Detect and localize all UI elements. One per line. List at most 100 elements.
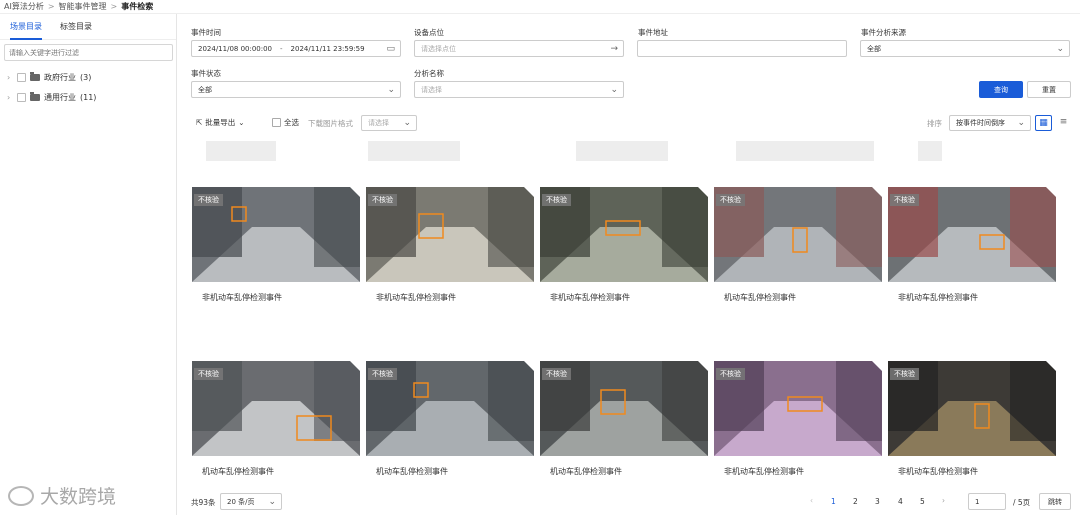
download-format-select[interactable]: 请选择 ⌄ [361, 115, 417, 131]
page-5[interactable]: 5 [920, 497, 925, 506]
select-all-checkbox[interactable]: 全选 [272, 117, 299, 128]
source-select[interactable]: 全部 ⌄ [860, 40, 1070, 57]
tree-node-count: (11) [80, 92, 97, 102]
page-2[interactable]: 2 [853, 497, 858, 506]
download-format-label: 下载图片格式 [308, 119, 353, 128]
download-format-placeholder: 请选择 [368, 119, 389, 127]
page-jump-value: 1 [975, 497, 980, 506]
event-card-title[interactable]: 非机动车乱停检测事件 [898, 292, 978, 303]
tab-tag-catalog[interactable]: 标签目录 [60, 14, 92, 40]
tree-checkbox[interactable] [17, 72, 26, 82]
blurred-placeholder [368, 141, 460, 161]
card-corner [524, 361, 534, 371]
chevron-down-icon[interactable]: ⌄ [268, 497, 276, 507]
address-label: 事件地址 [638, 28, 668, 37]
event-card[interactable]: 不核验非机动车乱停检测事件 [540, 187, 708, 323]
blurred-placeholder [206, 141, 276, 161]
batch-export-button[interactable]: ⇱ 批量导出 ⌄ [196, 117, 245, 128]
address-input[interactable] [637, 40, 847, 57]
event-card[interactable]: 不核验非机动车乱停检测事件 [192, 187, 360, 323]
event-card[interactable]: 不核验机动车乱停检测事件 [540, 361, 708, 497]
tree-node-government[interactable]: › 政府行业 (3) [0, 67, 176, 87]
range-separator: - [280, 44, 283, 53]
logo-text: 大数跨境 [40, 486, 117, 508]
device-select[interactable]: 请选择点位 → [414, 40, 624, 57]
page-jump-input[interactable]: 1 [968, 493, 1006, 510]
scene-tree: › 政府行业 (3) › 通用行业 (11) [0, 67, 176, 107]
page-size-select[interactable]: 20 条/页 ⌄ [220, 493, 282, 510]
blurred-placeholder [576, 141, 668, 161]
event-card-title[interactable]: 机动车乱停检测事件 [376, 466, 448, 477]
event-card[interactable]: 不核验非机动车乱停检测事件 [366, 187, 534, 323]
tree-node-general[interactable]: › 通用行业 (11) [0, 87, 176, 107]
main-panel: 事件时间 2024/11/08 00:00:00 - 2024/11/11 23… [178, 14, 1080, 515]
chevron-down-icon[interactable]: ⌄ [387, 85, 395, 95]
card-corner [350, 361, 360, 371]
verify-status-tag: 不核验 [542, 368, 571, 380]
jump-button[interactable]: 跳转 [1039, 493, 1071, 510]
reset-button[interactable]: 重置 [1027, 81, 1071, 98]
event-card[interactable]: 不核验 非机动车乱停检测事件 [888, 187, 1056, 323]
chevron-down-icon[interactable]: ⌄ [1056, 44, 1064, 54]
status-value: 全部 [198, 85, 212, 94]
event-card-title[interactable]: 非机动车乱停检测事件 [202, 292, 282, 303]
sidebar-filter-input[interactable] [4, 44, 173, 61]
result-toolbar: ⇱ 批量导出 ⌄ 全选 下载图片格式 请选择 ⌄ 排序 按事件时间倒序 ⌄ ▦ … [178, 114, 1080, 136]
event-card-title[interactable]: 非机动车乱停检测事件 [550, 292, 630, 303]
event-time-range[interactable]: 2024/11/08 00:00:00 - 2024/11/11 23:59:5… [191, 40, 401, 57]
card-corner [872, 361, 882, 371]
breadcrumb-item-ai[interactable]: AI算法分析 [4, 1, 44, 12]
device-placeholder: 请选择点位 [421, 44, 456, 53]
sort-select[interactable]: 按事件时间倒序 ⌄ [949, 115, 1031, 131]
total-count: 共93条 [191, 498, 216, 507]
next-page-icon[interactable]: › [942, 496, 945, 505]
event-card[interactable]: 不核验 机动车乱停检测事件 [366, 361, 534, 497]
query-button[interactable]: 查询 [979, 81, 1023, 98]
tab-scene-catalog[interactable]: 场景目录 [10, 14, 42, 40]
event-card-title[interactable]: 非机动车乱停检测事件 [898, 466, 978, 477]
checkbox-box[interactable] [272, 118, 281, 127]
analysis-select[interactable]: 请选择 ⌄ [414, 81, 624, 98]
event-card[interactable]: 不核验 非机动车乱停检测事件 [714, 361, 882, 497]
pagination: 共93条 20 条/页 ⌄ ‹ 1 2 3 4 5 › 1 / 5页 跳转 [178, 492, 1080, 512]
calendar-icon[interactable]: ▭ [386, 44, 395, 54]
event-card-title[interactable]: 机动车乱停检测事件 [550, 466, 622, 477]
sidebar-tabs: 场景目录 标签目录 [0, 14, 176, 40]
event-card-title[interactable]: 非机动车乱停检测事件 [724, 466, 804, 477]
verify-status-tag: 不核验 [368, 194, 397, 206]
event-card-title[interactable]: 机动车乱停检测事件 [202, 466, 274, 477]
verify-status-tag: 不核验 [542, 194, 571, 206]
chevron-right-icon[interactable]: › [7, 73, 13, 82]
folder-icon [30, 91, 40, 101]
grid-view-icon[interactable]: ▦ [1035, 115, 1052, 131]
card-corner [1046, 187, 1056, 197]
arrow-right-icon[interactable]: → [610, 44, 618, 54]
chevron-right-icon[interactable]: › [7, 93, 13, 102]
breadcrumb-item-event-mgmt[interactable]: 智能事件管理 [59, 1, 107, 12]
event-card[interactable]: 不核验 机动车乱停检测事件 [714, 187, 882, 323]
blurred-placeholder [918, 141, 942, 161]
page-3[interactable]: 3 [875, 497, 880, 506]
card-corner [1046, 361, 1056, 371]
event-card-title[interactable]: 非机动车乱停检测事件 [376, 292, 456, 303]
event-card-title[interactable]: 机动车乱停检测事件 [724, 292, 796, 303]
page-4[interactable]: 4 [898, 497, 903, 506]
breadcrumb-separator: > [47, 2, 55, 11]
chevron-down-icon[interactable]: ⌄ [1017, 118, 1025, 128]
end-time-value[interactable]: 2024/11/11 23:59:59 [291, 45, 365, 53]
list-view-icon[interactable]: ≡ [1055, 115, 1072, 131]
event-card[interactable]: 不核验 非机动车乱停检测事件 [888, 361, 1056, 497]
status-select[interactable]: 全部 ⌄ [191, 81, 401, 98]
page-size-value: 20 条/页 [227, 497, 255, 506]
event-card[interactable]: 不核验 机动车乱停检测事件 [192, 361, 360, 497]
chevron-down-icon[interactable]: ⌄ [610, 85, 618, 95]
verify-status-tag: 不核验 [194, 194, 223, 206]
chevron-down-icon[interactable]: ⌄ [403, 118, 411, 128]
start-time-value[interactable]: 2024/11/08 00:00:00 [198, 45, 272, 53]
sort-value: 按事件时间倒序 [956, 119, 1005, 127]
tree-checkbox[interactable] [17, 92, 26, 102]
breadcrumb-separator: > [110, 2, 118, 11]
sidebar: 场景目录 标签目录 › 政府行业 (3) › 通用行业 (11) [0, 14, 177, 515]
prev-page-icon[interactable]: ‹ [810, 496, 813, 505]
page-1[interactable]: 1 [831, 497, 836, 506]
